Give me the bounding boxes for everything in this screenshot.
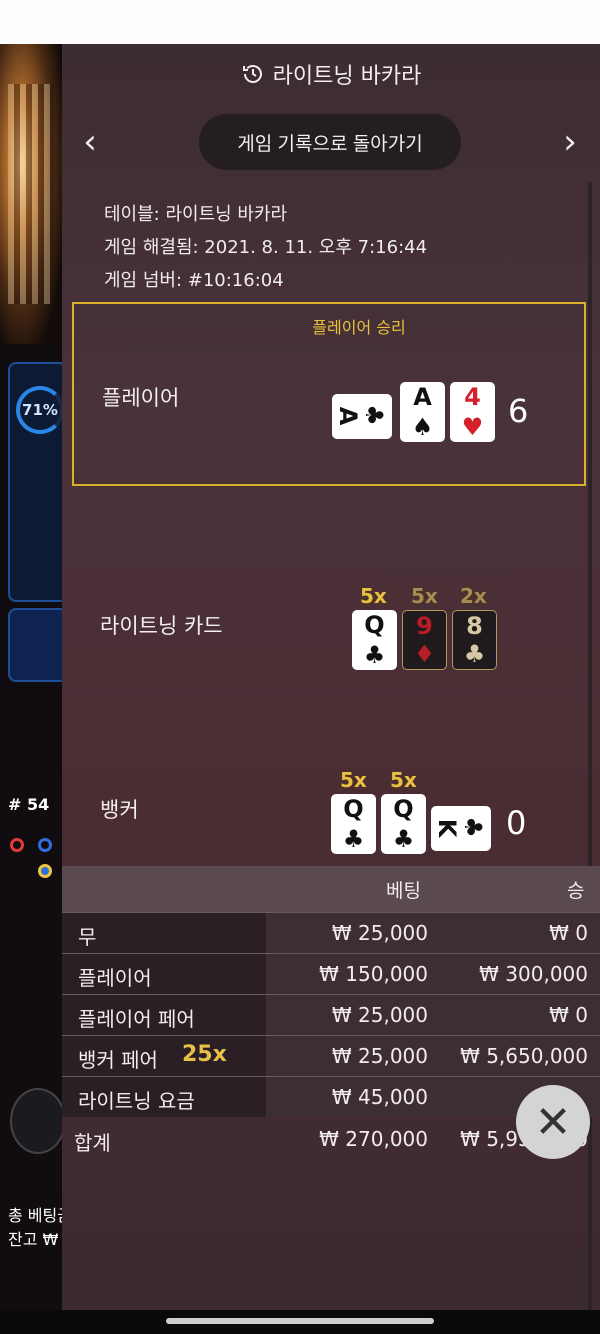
lightning-cards-label: 라이트닝 카드	[100, 614, 223, 638]
roadmap-dot-red	[10, 838, 24, 852]
chevron-left-icon[interactable]: ‹	[70, 122, 110, 162]
studio-lamp	[0, 44, 62, 344]
panel-header: 라이트닝 바카라	[62, 44, 600, 104]
close-button[interactable]: ✕	[516, 1085, 590, 1159]
lightning-multiplier-1: 5x	[360, 584, 387, 608]
bet-name: 무	[78, 925, 97, 949]
panel-title: 라이트닝 바카라	[272, 64, 422, 89]
roadmap-dot-blue-yellow	[38, 864, 52, 878]
lightning-card-3: 8 ♣	[452, 610, 497, 670]
bet-name: 뱅커 페어	[78, 1048, 158, 1072]
banker-card-3: K ♣	[431, 806, 491, 851]
bet-amount: ₩ 25,000	[331, 921, 428, 945]
win-amount: ₩ 0	[549, 921, 588, 945]
lightning-multiplier-2: 5x	[411, 584, 438, 608]
player-card-2: A ♠	[400, 382, 445, 442]
status-bar	[0, 0, 600, 44]
player-result-box: 플레이어 승리 플레이어 A ♣ A ♠ 4 ♥ 6	[72, 302, 586, 486]
banker-total: 0	[506, 804, 527, 842]
bet-multiplier: 25x	[182, 1042, 227, 1067]
bet-name: 플레이어 페어	[78, 1007, 195, 1031]
player-total: 6	[508, 392, 529, 430]
bet-name: 플레이어	[78, 966, 152, 990]
winner-label: 플레이어 승리	[312, 318, 406, 337]
banker-label: 뱅커	[100, 798, 139, 822]
table-row: 무 ₩ 25,000 ₩ 0	[62, 912, 600, 953]
win-amount: ₩ 5,650,000	[460, 1044, 588, 1068]
win-amount: ₩ 300,000	[479, 962, 588, 986]
bet-amount: ₩ 45,000	[331, 1085, 428, 1109]
banker-multiplier-2: 5x	[390, 768, 417, 792]
bet-amount: ₩ 150,000	[319, 962, 428, 986]
lightning-card-1: Q ♣	[352, 610, 397, 670]
banker-card-1: Q ♣	[331, 794, 376, 854]
home-indicator[interactable]	[166, 1318, 434, 1324]
history-navigation: ‹ 게임 기록으로 돌아가기 ›	[62, 112, 600, 172]
history-clock-icon	[242, 65, 262, 83]
table-row: 플레이어 ₩ 150,000 ₩ 300,000	[62, 953, 600, 994]
lightning-multiplier-3: 2x	[460, 584, 487, 608]
win-amount: ₩ 0	[549, 1003, 588, 1027]
column-bet: 베팅	[386, 880, 421, 902]
chevron-right-icon[interactable]: ›	[550, 122, 590, 162]
percent-ring: 71%	[16, 386, 64, 434]
total-label: 합계	[74, 1131, 111, 1155]
bet-amount: ₩ 25,000	[331, 1003, 428, 1027]
roadmap-dot-blue	[38, 838, 52, 852]
chip-stack-button[interactable]	[10, 1088, 66, 1154]
total-bet: ₩ 270,000	[319, 1127, 428, 1151]
background-bet-panel	[8, 608, 68, 682]
close-x-icon: ✕	[534, 1097, 572, 1147]
back-to-history-button[interactable]: 게임 기록으로 돌아가기	[199, 114, 461, 170]
banker-multiplier-1: 5x	[340, 768, 367, 792]
player-label: 플레이어	[102, 386, 180, 410]
round-number: # 54	[8, 795, 50, 814]
table-row: 뱅커 페어 25x ₩ 25,000 ₩ 5,650,000	[62, 1035, 600, 1076]
lightning-card-2: 9 ♦	[402, 610, 447, 670]
game-result-area: 플레이어 승리 플레이어 A ♣ A ♠ 4 ♥ 6 라이트닝 카드 5x 5x 2x…	[70, 182, 590, 866]
column-win: 승	[567, 880, 585, 902]
bets-table-header: 베팅 승	[62, 866, 600, 912]
bet-amount: ₩ 25,000	[331, 1044, 428, 1068]
bet-name: 라이트닝 요금	[78, 1089, 195, 1113]
banker-card-2: Q ♣	[381, 794, 426, 854]
table-row: 플레이어 페어 ₩ 25,000 ₩ 0	[62, 994, 600, 1035]
player-card-3: 4 ♥	[450, 382, 495, 442]
player-card-1: A ♣	[332, 394, 392, 439]
